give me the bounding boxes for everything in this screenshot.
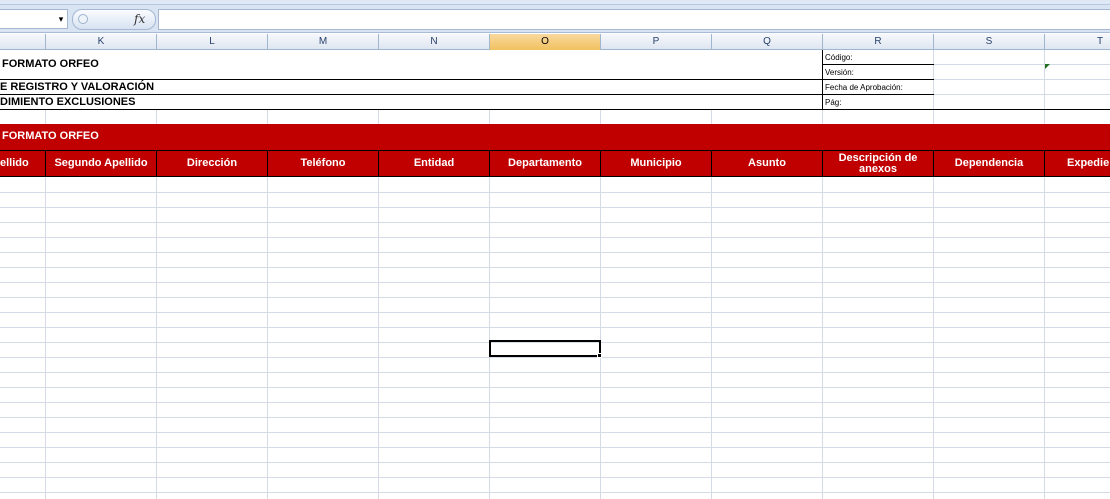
header-cell-asunto[interactable]: Asunto	[712, 150, 823, 177]
header-cell-descripcion-anexos[interactable]: Descripción de anexos	[823, 150, 934, 177]
column-header-n[interactable]: N	[379, 34, 490, 50]
column-header-row: K L M N O P Q R S T	[0, 34, 1110, 50]
column-header-r[interactable]: R	[823, 34, 934, 50]
header-cell-municipio[interactable]: Municipio	[601, 150, 712, 177]
column-header-p[interactable]: P	[601, 34, 712, 50]
column-header-m[interactable]: M	[268, 34, 379, 50]
chevron-down-icon[interactable]: ▾	[56, 13, 66, 25]
meta-label-pag: Pág:	[825, 98, 842, 107]
header-cell-entidad[interactable]: Entidad	[379, 150, 490, 177]
meta-label-codigo: Código:	[825, 53, 853, 62]
insert-function-icon[interactable]: fx	[134, 11, 152, 27]
fill-handle[interactable]	[597, 353, 602, 358]
resize-handle-icon[interactable]	[78, 14, 88, 24]
header-cell-segundo-apellido[interactable]: Segundo Apellido	[46, 150, 157, 177]
formula-input[interactable]	[158, 9, 1110, 30]
column-header-partial[interactable]	[0, 34, 46, 50]
header-cell-departamento[interactable]: Departamento	[490, 150, 601, 177]
header-cell-expediente[interactable]: Expedie	[1045, 150, 1110, 177]
meta-label-version: Versión:	[825, 68, 854, 77]
cell-indicator-icon	[1045, 64, 1050, 69]
column-header-k[interactable]: K	[46, 34, 157, 50]
column-header-s[interactable]: S	[934, 34, 1045, 50]
column-header-q[interactable]: Q	[712, 34, 823, 50]
meta-label-fecha: Fecha de Aprobación:	[825, 83, 903, 92]
document-subtitle-procedimiento: DIMIENTO EXCLUSIONES	[0, 96, 136, 108]
active-cell-selection[interactable]	[489, 340, 601, 357]
column-header-t[interactable]: T	[1045, 34, 1110, 50]
form-banner	[0, 124, 1110, 150]
header-cell-telefono[interactable]: Teléfono	[268, 150, 379, 177]
column-header-o[interactable]: O	[490, 34, 601, 50]
column-header-l[interactable]: L	[157, 34, 268, 50]
header-cell-direccion[interactable]: Dirección	[157, 150, 268, 177]
document-subtitle-registro: E REGISTRO Y VALORACIÓN	[0, 81, 155, 93]
header-cell-dependencia[interactable]: Dependencia	[934, 150, 1045, 177]
document-title: FORMATO ORFEO	[2, 58, 99, 70]
header-cell-primer-apellido[interactable]: ellido	[0, 150, 46, 177]
form-banner-title: FORMATO ORFEO	[2, 130, 99, 142]
